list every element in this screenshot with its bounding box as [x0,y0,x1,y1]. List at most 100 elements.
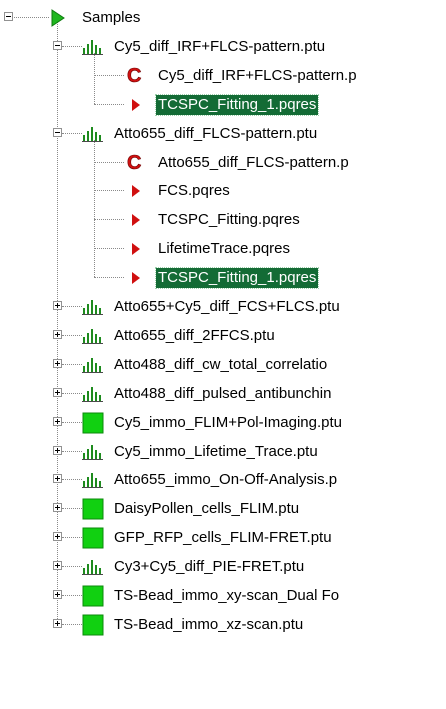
tree-item-data-file[interactable]: Cy3+Cy5_diff_PIE-FRET.ptu [0,553,446,581]
tree-item-data-file[interactable]: Atto655_diff_FLCS-pattern.ptu [0,120,446,148]
svg-text:C: C [127,152,141,173]
expand-toggle[interactable] [53,590,62,599]
tree-item-label: Cy5_diff_IRF+FLCS-pattern.p [158,66,357,84]
tree-subitem[interactable]: C Cy5_diff_IRF+FLCS-pattern.p [0,62,446,90]
collapse-toggle[interactable] [53,40,62,50]
tree-item-data-file[interactable]: Atto655+Cy5_diff_FCS+FLCS.ptu [0,293,446,321]
tree-item-label: TS-Bead_immo_xz-scan.ptu [114,615,304,633]
plus-sign [57,418,58,424]
connector-line [94,190,124,192]
green-play-icon [50,8,66,32]
expand-toggle[interactable] [53,387,62,397]
connector-line [62,537,82,539]
connector-line [62,595,82,596]
connector-line [94,74,124,76]
green-square-icon [82,412,104,438]
connector-line [94,103,124,105]
bar-histogram-icon [82,354,104,378]
red-triangle-icon [130,181,142,205]
connector-line [94,139,95,278]
expand-toggle[interactable] [53,329,62,339]
tree-subitem[interactable]: FCS.pqres [0,177,446,205]
red-triangle-icon [130,95,142,119]
connector-line [62,508,82,510]
connector-line [94,277,124,279]
minus-sign [6,16,11,17]
tree-item-data-file[interactable]: Cy5_immo_Lifetime_Trace.ptu [0,438,446,466]
tree-item-label: Atto655_diff_FLCS-pattern.ptu [114,124,318,142]
collapse-toggle[interactable] [4,12,13,21]
tree-item-image-file[interactable]: Cy5_immo_FLIM+Pol-Imaging.ptu [0,409,446,437]
plus-sign [57,620,58,626]
tree-subitem[interactable]: TCSPC_Fitting.pqres [0,206,446,234]
tree-item-label: TCSPC_Fitting_1.pqres [154,267,320,290]
tree-item-data-file[interactable]: Atto655_diff_2FFCS.ptu [0,322,446,350]
plus-sign [57,331,58,337]
connector-line [14,17,49,18]
connector-line [62,334,82,336]
tree-root-row[interactable]: Samples [0,4,446,32]
expand-toggle[interactable] [53,416,62,426]
tree-item-image-file[interactable]: TS-Bead_immo_xz-scan.ptu [0,611,446,639]
tree-subitem[interactable]: TCSPC_Fitting_1.pqres [0,264,446,292]
tree-item-label: DaisyPollen_cells_FLIM.ptu [114,500,300,518]
connector-line [62,45,82,47]
expand-toggle[interactable] [53,503,62,513]
tree-item-label: Atto488_diff_cw_total_correlatio [114,355,328,373]
expand-toggle[interactable] [53,358,62,368]
tree-item-label: TCSPC_Fitting_1.pqres [154,93,320,116]
connector-line [94,161,124,163]
plus-sign [57,360,58,366]
red-triangle-icon [130,210,142,234]
bar-histogram-icon [82,383,104,407]
tree-item-data-file[interactable]: Cy5_diff_IRF+FLCS-pattern.ptu [0,33,446,61]
tree-subitem[interactable]: TCSPC_Fitting_1.pqres [0,91,446,119]
plus-sign [57,563,58,569]
tree-item-label: Cy3+Cy5_diff_PIE-FRET.ptu [114,558,305,576]
bar-histogram-icon [82,296,104,320]
red-triangle-icon [130,268,142,292]
expand-toggle[interactable] [53,474,62,484]
tree-item-image-file[interactable]: GFP_RFP_cells_FLIM-FRET.ptu [0,524,446,552]
tree-item-label: Atto488_diff_pulsed_antibunchin [114,384,332,402]
connector-line [62,363,82,365]
green-square-icon [82,585,104,611]
plus-sign [57,447,58,453]
tree-item-label: Atto655_diff_FLCS-pattern.p [158,153,349,171]
tree-item-data-file[interactable]: Atto488_diff_cw_total_correlatio [0,351,446,379]
expand-toggle[interactable] [53,532,62,542]
red-c-icon: C [126,151,144,177]
plus-sign [57,505,58,511]
bar-histogram-icon [82,123,104,147]
collapse-toggle[interactable] [53,127,62,137]
expand-toggle[interactable] [53,301,62,310]
tree-item-label: FCS.pqres [158,182,230,200]
tree-item-label: Cy5_immo_FLIM+Pol-Imaging.ptu [114,413,343,431]
plus-sign [57,389,58,395]
connector-line [94,52,95,104]
file-tree: Samples Cy5_diff_IRF+FLCS-pattern.ptu C Cy… [0,0,446,709]
red-c-icon: C [126,64,144,90]
tree-item-data-file[interactable]: Atto655_immo_On-Off-Analysis.p [0,466,446,494]
bar-histogram-icon [82,325,104,349]
connector-line [62,479,82,481]
tree-subitem[interactable]: C Atto655_diff_FLCS-pattern.p [0,149,446,177]
svg-text:C: C [127,65,141,86]
green-square-icon [82,614,104,640]
connector-line [94,219,124,221]
tree-item-label: Atto655_diff_2FFCS.ptu [114,326,275,344]
expand-toggle[interactable] [53,618,62,628]
plus-sign [57,592,58,597]
tree-item-label: LifetimeTrace.pqres [158,240,290,258]
tree-item-data-file[interactable]: Atto488_diff_pulsed_antibunchin [0,380,446,408]
expand-toggle[interactable] [53,445,62,455]
tree-item-image-file[interactable]: DaisyPollen_cells_FLIM.ptu [0,495,446,523]
minus-sign [55,131,60,133]
plus-sign [57,476,58,482]
bar-histogram-icon [82,36,104,60]
tree-item-image-file[interactable]: TS-Bead_immo_xy-scan_Dual Fo [0,582,446,610]
tree-item-label: Atto655_immo_On-Off-Analysis.p [114,471,338,489]
tree-subitem[interactable]: LifetimeTrace.pqres [0,235,446,263]
expand-toggle[interactable] [53,561,62,571]
connector-line [62,421,82,423]
